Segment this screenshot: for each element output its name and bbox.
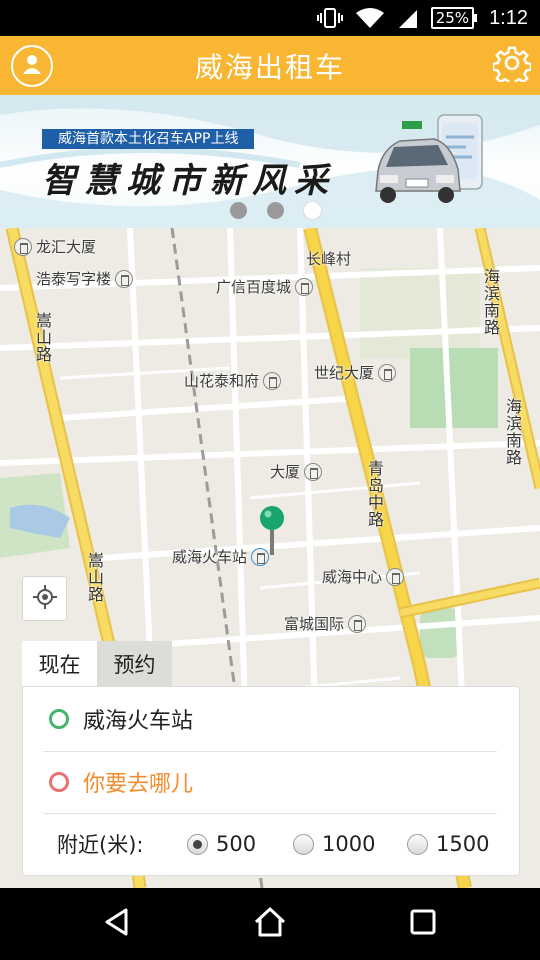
origin-field[interactable]: 威海火车站 [83, 703, 193, 735]
vibrate-icon [316, 7, 343, 29]
map-poi-label: 浩泰写字楼 [36, 268, 134, 289]
banner-title: 智慧城市新风采 [42, 161, 336, 201]
building-icon [378, 363, 397, 382]
destination-field[interactable]: 你要去哪儿 [83, 766, 193, 798]
building-icon [348, 614, 367, 633]
building-icon [115, 269, 134, 288]
banner-pagination [230, 202, 321, 219]
battery-level: 25% [430, 7, 475, 29]
clock: 1:12 [489, 6, 528, 29]
app-title: 威海出租车 [194, 50, 345, 84]
recents-icon [409, 908, 437, 940]
map-road-label: 嵩山路 [33, 312, 52, 363]
tab-reserve[interactable]: 预约 [97, 641, 172, 686]
radio-icon[interactable] [407, 833, 428, 855]
battery-indicator: 25% [430, 7, 478, 29]
back-button[interactable] [87, 894, 147, 954]
crosshair-icon [32, 584, 58, 614]
map-poi-label: 富城国际 [284, 613, 367, 634]
pagination-dot-active[interactable] [304, 202, 321, 219]
map-poi-label: 大厦 [270, 461, 323, 482]
taxi-image [372, 113, 490, 213]
back-icon [102, 907, 132, 941]
building-icon [14, 237, 32, 256]
map-poi-label: 山花泰和府 [184, 370, 282, 391]
building-icon [386, 567, 405, 586]
locate-me-button[interactable] [22, 576, 67, 621]
radius-option-1500[interactable]: 1500 [407, 832, 517, 856]
app-bar: 威海出租车 [0, 36, 540, 95]
building-icon [263, 371, 282, 390]
nearby-label: 附近(米): [57, 833, 144, 857]
signal-icon [397, 7, 419, 29]
destination-row[interactable]: 你要去哪儿 [23, 752, 521, 812]
map-road-label: 嵩山路 [85, 552, 104, 603]
nearby-radius-row: 附近(米): 500 1000 1500 [23, 815, 521, 873]
system-nav-bar [0, 888, 540, 960]
radio-icon[interactable] [293, 833, 314, 855]
origin-row[interactable]: 威海火车站 [23, 687, 521, 751]
radius-option-1000[interactable]: 1000 [293, 832, 407, 856]
home-button[interactable] [240, 894, 300, 954]
gear-icon [491, 44, 533, 88]
banner-subtitle: 威海首款本土化召车APP上线 [42, 129, 255, 149]
pagination-dot[interactable] [230, 202, 247, 219]
status-bar: 25% 1:12 [0, 0, 540, 36]
profile-button[interactable] [11, 45, 53, 87]
building-icon [295, 277, 314, 296]
promo-banner[interactable]: 威海首款本土化召车APP上线 智慧城市新风采 [0, 95, 540, 228]
destination-marker-icon [49, 772, 69, 792]
booking-mode-tabs: 现在 预约 [22, 641, 172, 686]
building-icon [304, 462, 323, 481]
map-road-label: 海滨南路 [503, 398, 522, 466]
wifi-icon [355, 7, 385, 29]
map-poi-label: 威海火车站 [172, 546, 270, 567]
map-poi-label: 世纪大厦 [314, 362, 397, 383]
map-road-label: 青岛中路 [365, 460, 384, 528]
user-icon [21, 53, 43, 79]
map-poi-label: 威海中心 [322, 566, 405, 587]
trip-panel: 威海火车站 你要去哪儿 附近(米): 500 1000 1500 [22, 686, 520, 876]
radius-option-500[interactable]: 500 [187, 832, 293, 856]
recents-button[interactable] [393, 894, 453, 954]
map-place-label: 长峰村 [306, 250, 352, 268]
map-poi-label: 广信百度城 [216, 276, 314, 297]
settings-button[interactable] [491, 44, 533, 88]
radio-checked-icon[interactable] [187, 833, 208, 855]
location-pin[interactable] [258, 505, 286, 567]
origin-marker-icon [49, 709, 69, 729]
map-road-label: 海滨南路 [481, 268, 500, 336]
tab-now[interactable]: 现在 [22, 641, 97, 686]
map-poi-label: 龙汇大厦 [14, 236, 96, 257]
home-icon [253, 906, 287, 942]
pagination-dot[interactable] [267, 202, 284, 219]
